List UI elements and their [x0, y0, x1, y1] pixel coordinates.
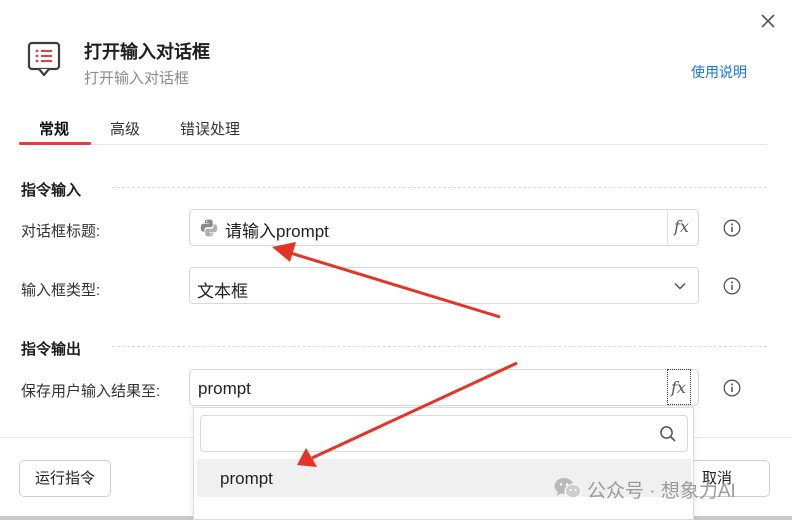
save-result-input[interactable] — [189, 369, 699, 406]
info-icon[interactable] — [723, 219, 741, 237]
active-tab-indicator — [19, 142, 91, 145]
fx-button[interactable]: fx — [674, 217, 689, 236]
save-result-label: 保存用户输入结果至: — [21, 383, 161, 400]
tabs-divider — [19, 144, 767, 145]
input-type-label: 输入框类型: — [21, 282, 101, 299]
dialog-title: 打开输入对话框 — [84, 42, 210, 62]
tab-advanced[interactable]: 高级 — [110, 118, 140, 139]
fx-separator — [667, 210, 668, 245]
input-type-select[interactable] — [189, 267, 699, 304]
dialog-title-label: 对话框标题: — [21, 223, 101, 240]
wechat-icon — [554, 478, 582, 499]
save-result-value: prompt — [198, 379, 251, 398]
search-icon[interactable] — [659, 425, 677, 443]
section-divider — [112, 187, 767, 188]
section-title-input: 指令输入 — [21, 182, 82, 199]
tab-general[interactable]: 常规 — [39, 118, 69, 139]
tab-error-handling[interactable]: 错误处理 — [180, 118, 240, 139]
chevron-down-icon[interactable] — [673, 279, 687, 293]
python-icon — [200, 219, 218, 237]
run-command-button[interactable]: 运行指令 — [19, 460, 111, 497]
dropdown-search-input[interactable] — [200, 415, 688, 452]
section-title-output: 指令输出 — [21, 341, 82, 358]
fx-label: fx — [671, 378, 686, 397]
input-type-value: 文本框 — [197, 282, 248, 301]
info-icon[interactable] — [723, 379, 741, 397]
dropdown-item-label: prompt — [220, 469, 273, 488]
dialog-title-value: 请输入prompt — [225, 222, 329, 241]
info-icon[interactable] — [723, 277, 741, 295]
section-divider — [112, 346, 767, 347]
dialog-list-icon — [27, 41, 61, 77]
watermark-text: 公众号 · 想象力AI — [587, 481, 736, 502]
close-icon[interactable] — [757, 10, 779, 32]
help-link[interactable]: 使用说明 — [691, 62, 747, 82]
dialog-subtitle: 打开输入对话框 — [84, 70, 190, 87]
